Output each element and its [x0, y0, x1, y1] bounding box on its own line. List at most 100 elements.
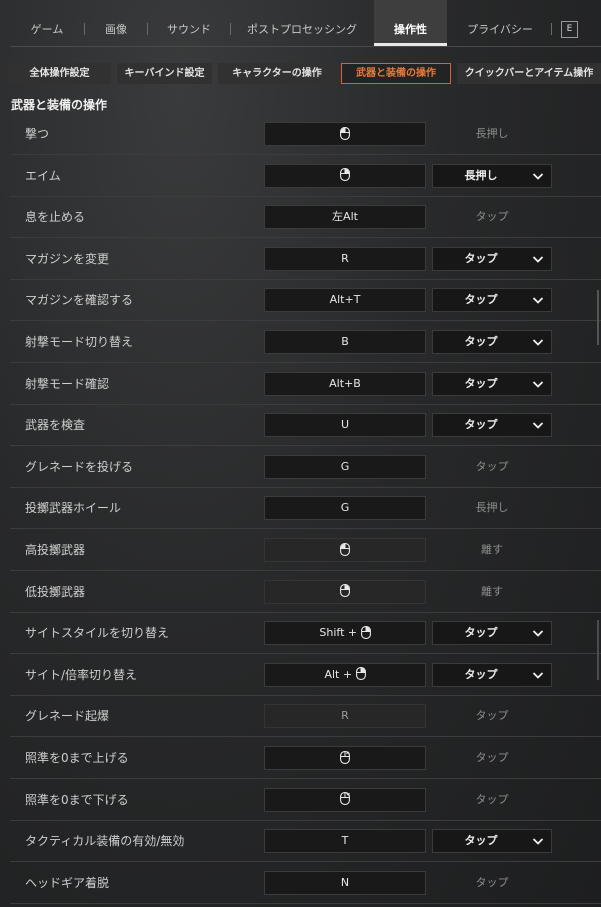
activation-mode-dropdown[interactable]: タップ	[432, 246, 552, 271]
keybind-button[interactable]: B	[264, 330, 426, 354]
activation-mode-value: 長押し	[464, 168, 498, 182]
binding-label: サイト/倍率切り替え	[25, 667, 138, 682]
keybind-text: B	[341, 335, 349, 348]
keybind-text: Alt +	[324, 667, 356, 681]
binding-row: 息を止める 左Alt タップ	[10, 197, 601, 239]
binding-row: 武器を検査 U タップ	[10, 405, 601, 447]
keybind-button[interactable]: Alt+B	[264, 371, 426, 396]
binding-row: タクティカル装備の有効/無効 T タップ	[10, 821, 601, 863]
binding-label: ヘッドギア着脱	[25, 875, 110, 890]
binding-label: グレネード起爆	[25, 709, 110, 724]
activation-mode-value: タップ	[464, 293, 498, 307]
tab-graphics[interactable]: 画像	[86, 0, 146, 46]
mouse-right-click-icon	[360, 625, 371, 639]
keybind-button[interactable]: Shift +	[264, 621, 426, 646]
binding-row: 投擲武器ホイール G 長押し	[10, 488, 601, 530]
subtab-character[interactable]: キャラクターの操作	[218, 63, 336, 84]
tab-divider	[10, 46, 601, 47]
keybind-button[interactable]	[264, 787, 426, 812]
subtab-weapons[interactable]: 武器と装備の操作	[341, 63, 451, 84]
activation-mode-label: 離す	[481, 584, 503, 598]
binding-row: 射撃モード確認 Alt+B タップ	[10, 364, 601, 405]
activation-mode-label: タップ	[475, 751, 509, 764]
tab-separator	[230, 23, 231, 35]
keybind-button[interactable]: U	[264, 413, 426, 438]
keybind-button[interactable]: T	[264, 829, 426, 854]
mouse-wheel-up-icon	[340, 750, 350, 764]
subtab-keybinds[interactable]: キーバインド設定	[117, 63, 212, 84]
binding-row: サイトスタイルを切り替え Shift + タップ	[10, 613, 601, 655]
keybind-button[interactable]: Alt+T	[264, 288, 426, 313]
keybind-text: Shift +	[319, 626, 361, 640]
activation-mode-dropdown[interactable]: 長押し	[432, 163, 552, 188]
activation-mode-value: タップ	[464, 667, 498, 681]
keybind-button[interactable]: Alt +	[264, 662, 426, 687]
tab-post-processing[interactable]: ポストプロセッシング	[232, 0, 372, 46]
scrollbar-thumb[interactable]	[597, 290, 599, 345]
activation-mode-value: タップ	[464, 418, 498, 432]
mouse-right-click-icon	[340, 168, 350, 182]
scrollbar-thumb[interactable]	[597, 620, 599, 680]
keybind-text: R	[341, 709, 349, 723]
activation-mode-label: 離す	[481, 543, 503, 556]
tab-privacy[interactable]: プライバシー	[452, 0, 548, 46]
keybind-button[interactable]: G	[264, 496, 426, 521]
binding-row: ヘッドギア着脱 N タップ	[10, 863, 601, 904]
mouse-left-click-icon	[340, 126, 350, 140]
activation-mode-dropdown[interactable]: タップ	[432, 413, 552, 438]
binding-label: タクティカル装備の有効/無効	[25, 834, 185, 849]
binding-label: グレネードを投げる	[25, 459, 134, 474]
keybind-text: U	[340, 418, 350, 432]
keybind-button[interactable]	[264, 579, 426, 604]
binding-label: 低投擲武器	[25, 584, 86, 599]
keybind-button[interactable]	[264, 163, 426, 188]
keybind-button[interactable]: R	[264, 704, 426, 729]
binding-row: 射撃モード切り替え B タップ	[10, 322, 601, 363]
binding-label: 武器を検査	[25, 418, 86, 433]
subtab-general[interactable]: 全体操作設定	[8, 63, 111, 84]
keybind-text: T	[341, 834, 349, 848]
keybind-button[interactable]	[264, 746, 426, 770]
binding-row: エイム 長押し	[10, 156, 601, 197]
activation-mode-label: タップ	[475, 875, 509, 889]
keybind-button[interactable]: G	[264, 454, 426, 479]
binding-label: 照準を0まで上げる	[25, 751, 129, 765]
activation-mode-dropdown[interactable]: タップ	[432, 829, 552, 854]
activation-mode-label: タップ	[475, 792, 509, 806]
activation-mode-value: タップ	[464, 251, 498, 265]
keybind-text: Alt+T	[329, 293, 361, 307]
activation-mode-label: 長押し	[475, 127, 509, 140]
activation-mode-label: タップ	[475, 709, 509, 723]
keybind-text: N	[340, 875, 350, 889]
binding-row: 低投擲武器 離す	[10, 572, 601, 613]
activation-mode-dropdown[interactable]: タップ	[432, 662, 552, 687]
keybind-button[interactable]	[264, 122, 426, 146]
keybind-button[interactable]: 左Alt	[264, 205, 426, 230]
binding-label: マガジンを変更	[25, 251, 110, 266]
tab-game[interactable]: ゲーム	[12, 0, 82, 46]
keybind-text: Alt+B	[329, 376, 361, 390]
tab-controls[interactable]: 操作性	[374, 0, 447, 46]
mouse-wheel-down-icon	[340, 792, 350, 806]
binding-row: 高投擲武器 離す	[10, 530, 601, 571]
binding-label: マガジンを確認する	[25, 293, 134, 308]
top-tab-bar: ゲーム 画像 サウンド ポストプロセッシング 操作性 プライバシー E	[0, 0, 601, 46]
activation-mode-dropdown[interactable]: タップ	[432, 371, 552, 396]
binding-row: 撃つ 長押し	[10, 114, 601, 155]
next-tab-key-hint[interactable]: E	[561, 21, 578, 38]
binding-label: 射撃モード切り替え	[25, 335, 134, 349]
activation-mode-dropdown[interactable]: タップ	[432, 621, 552, 646]
activation-mode-label: 長押し	[475, 501, 509, 515]
tab-separator	[551, 23, 552, 35]
keybind-button[interactable]: R	[264, 246, 426, 271]
binding-label: サイトスタイルを切り替え	[25, 626, 170, 641]
binding-row: グレネードを投げる G タップ	[10, 447, 601, 488]
keybind-button[interactable]: N	[264, 870, 426, 895]
tab-sound[interactable]: サウンド	[150, 0, 228, 46]
activation-mode-value: タップ	[464, 626, 498, 640]
section-title: 武器と装備の操作	[11, 98, 108, 112]
keybind-button[interactable]	[264, 538, 426, 562]
subtab-quickbar[interactable]: クイックバーとアイテム操作	[457, 63, 601, 84]
activation-mode-dropdown[interactable]: タップ	[432, 288, 552, 313]
activation-mode-dropdown[interactable]: タップ	[432, 330, 552, 354]
